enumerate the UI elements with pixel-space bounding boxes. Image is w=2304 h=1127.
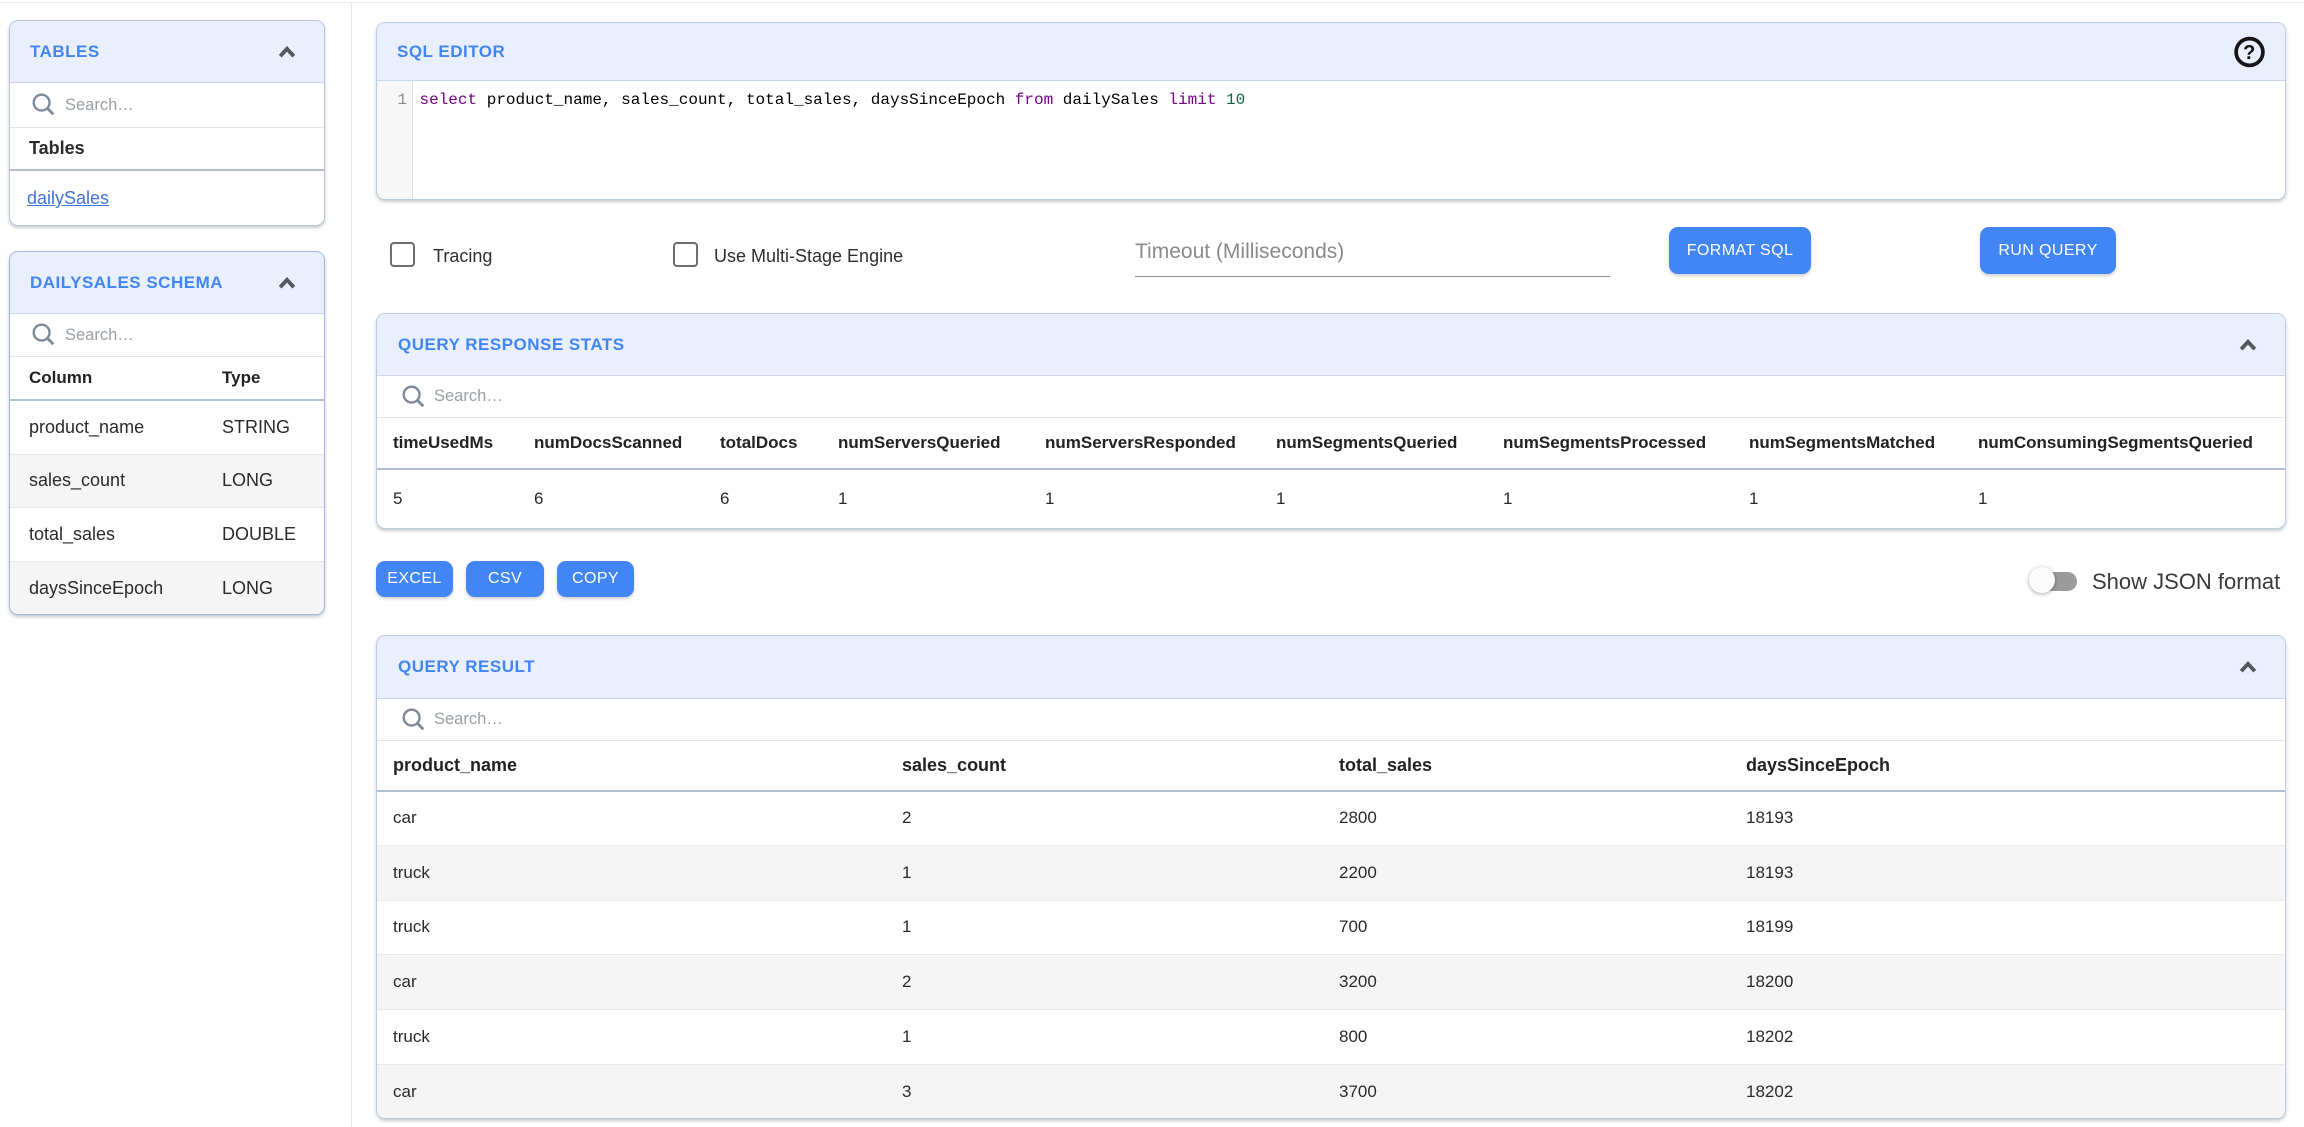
svg-text:?: ? <box>2243 42 2256 64</box>
